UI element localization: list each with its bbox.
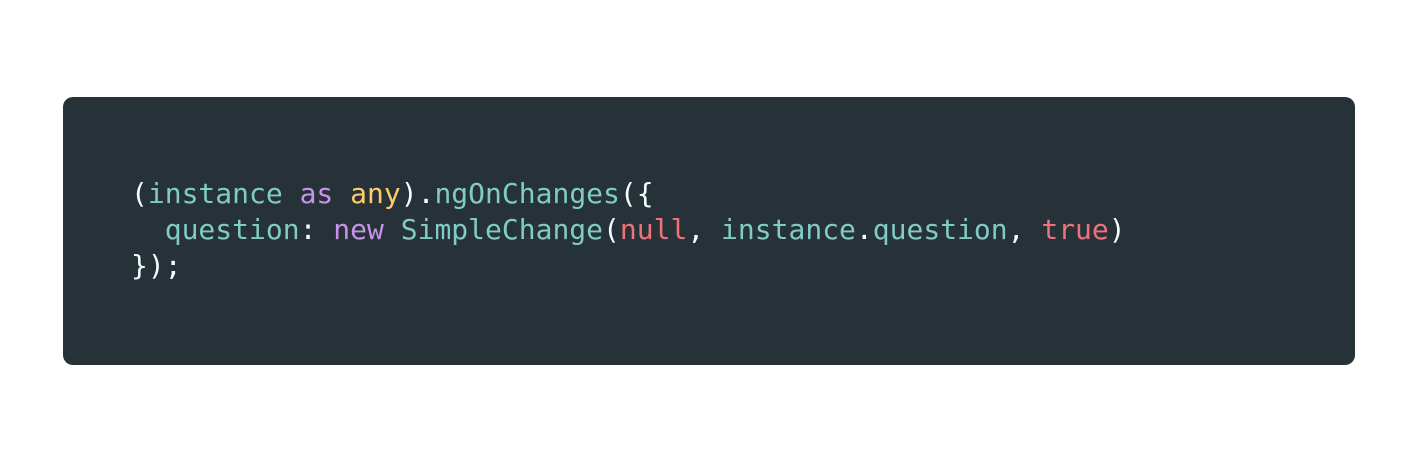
code-block: (instance as any).ngOnChanges({ question… (63, 97, 1355, 365)
code-token: ( (603, 213, 620, 246)
code-token: as (299, 177, 334, 210)
code-token: new (333, 213, 384, 246)
code-token: : (299, 213, 334, 246)
code-token: ({ (619, 177, 654, 210)
code-line-1: (instance as any).ngOnChanges({ (131, 176, 1126, 212)
code-token: true (1041, 213, 1109, 246)
code-token: SimpleChange (400, 213, 604, 246)
code-token: instance (147, 177, 283, 210)
code-token: , (687, 213, 722, 246)
code-line-2: question: new SimpleChange(null, instanc… (131, 212, 1126, 248)
code-token: question (164, 213, 300, 246)
code-token: any (350, 177, 401, 210)
code-token: null (619, 213, 688, 246)
code-token: ) (1108, 213, 1126, 246)
code-token: ngOnChanges (434, 177, 620, 210)
code-token: }); (131, 249, 182, 282)
code-token: ( (131, 177, 148, 210)
code-token: . (855, 213, 873, 246)
code-token: instance (721, 213, 856, 246)
code-line-3: }); (131, 248, 1126, 284)
code-token: question (872, 213, 1008, 246)
code-token: ). (400, 177, 435, 210)
code-token: , (1007, 213, 1042, 246)
code-content[interactable]: (instance as any).ngOnChanges({ question… (131, 176, 1126, 284)
